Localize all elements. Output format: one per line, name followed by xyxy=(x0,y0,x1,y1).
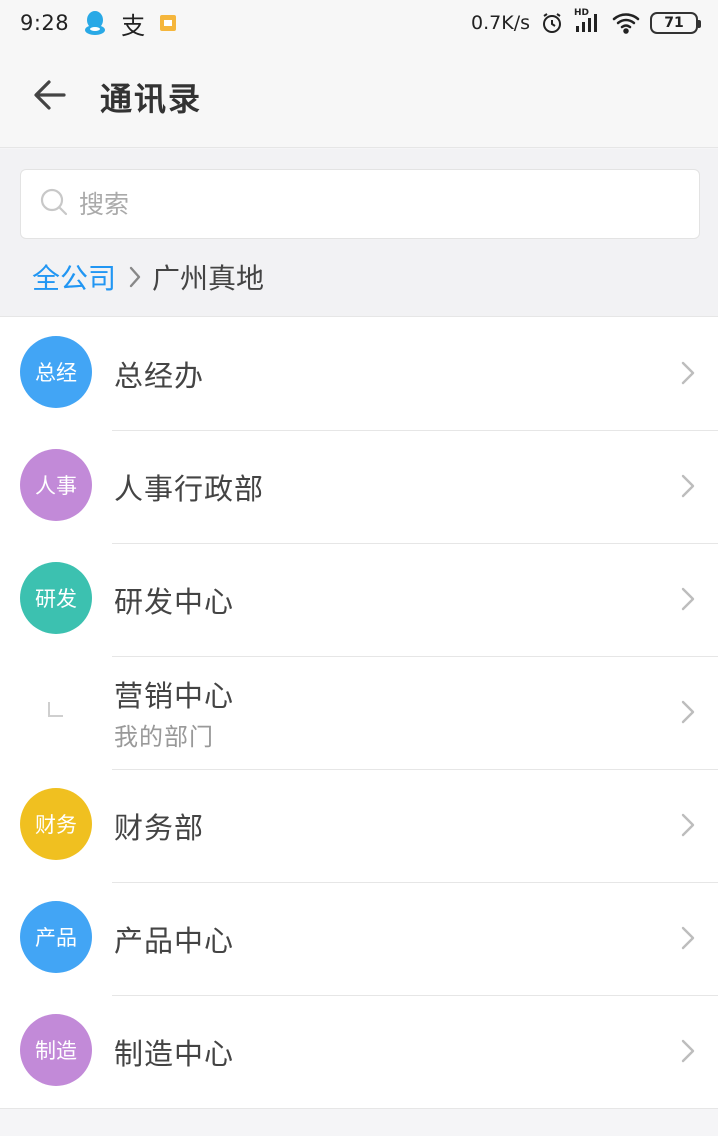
avatar: 总经 xyxy=(20,336,92,408)
page-title: 通讯录 xyxy=(100,79,203,118)
avatar-placeholder xyxy=(20,675,92,747)
search-section: 全公司 广州真地 xyxy=(0,149,718,316)
row-text: 财务部 xyxy=(114,769,204,882)
list-item-dept[interactable]: 产品 产品中心 xyxy=(0,882,718,995)
chevron-right-icon xyxy=(680,699,696,729)
status-time: 9:28 xyxy=(20,11,70,35)
arrow-left-icon xyxy=(32,77,68,117)
notification-icon xyxy=(159,14,177,32)
search-icon xyxy=(39,187,69,221)
header-bar: 通讯录 xyxy=(0,46,718,148)
alipay-icon: 支 xyxy=(121,11,146,40)
avatar: 制造 xyxy=(20,1014,92,1086)
avatar: 人事 xyxy=(20,449,92,521)
department-name: 总经办 xyxy=(114,358,205,393)
net-speed: 0.7K/s xyxy=(471,12,530,34)
chevron-right-icon xyxy=(680,360,696,390)
avatar-text: 人事 xyxy=(35,474,77,498)
chevron-right-icon xyxy=(680,925,696,955)
chevron-right-icon xyxy=(680,1038,696,1068)
image-placeholder-icon xyxy=(45,698,67,725)
avatar: 产品 xyxy=(20,901,92,973)
row-text: 产品中心 xyxy=(114,882,234,995)
signal-icon: HD xyxy=(574,8,602,34)
breadcrumb: 全公司 广州真地 xyxy=(32,255,264,299)
chevron-right-icon xyxy=(680,473,696,503)
avatar-text: 制造 xyxy=(35,1039,77,1063)
list-item-dept[interactable]: 总经 总经办 xyxy=(0,317,718,430)
department-list: 总经 总经办 人事 人事行政部 研发 研发中心 营销中心 我的部门 财务 财务部… xyxy=(0,316,718,1109)
row-text: 制造中心 xyxy=(114,995,234,1108)
breadcrumb-root-link[interactable]: 全公司 xyxy=(32,257,116,297)
alarm-icon xyxy=(540,11,564,35)
chevron-right-icon xyxy=(680,586,696,616)
chevron-right-icon xyxy=(680,812,696,842)
search-box[interactable] xyxy=(20,169,700,239)
status-bar: 9:28 支 0.7K/s HD 71 xyxy=(0,0,718,46)
row-text: 营销中心 我的部门 xyxy=(114,656,234,769)
list-item-dept[interactable]: 营销中心 我的部门 xyxy=(0,656,718,769)
qq-icon xyxy=(83,10,107,36)
department-name: 研发中心 xyxy=(114,584,235,619)
department-name: 营销中心 xyxy=(114,679,235,713)
department-name: 人事行政部 xyxy=(114,471,265,506)
department-name: 财务部 xyxy=(114,810,205,845)
avatar-text: 财务 xyxy=(35,813,77,837)
search-input[interactable] xyxy=(79,189,639,219)
battery-icon: 71 xyxy=(650,12,701,34)
breadcrumb-current: 广州真地 xyxy=(152,262,265,295)
avatar-text: 总经 xyxy=(35,361,77,385)
hd-label: HD xyxy=(574,8,590,18)
chevron-right-icon xyxy=(128,265,142,289)
wifi-icon xyxy=(612,12,640,34)
status-right: 0.7K/s HD 71 xyxy=(471,8,701,35)
list-item-dept[interactable]: 制造 制造中心 xyxy=(0,995,718,1108)
avatar: 财务 xyxy=(20,788,92,860)
row-text: 研发中心 xyxy=(114,543,234,656)
avatar: 研发 xyxy=(20,562,92,634)
department-name: 产品中心 xyxy=(114,923,235,958)
list-item-dept[interactable]: 人事 人事行政部 xyxy=(0,430,718,543)
back-button[interactable] xyxy=(0,46,100,148)
list-item-dept[interactable]: 财务 财务部 xyxy=(0,769,718,882)
avatar-text: 研发 xyxy=(35,587,77,611)
list-item-dept[interactable]: 研发 研发中心 xyxy=(0,543,718,656)
department-name: 制造中心 xyxy=(114,1036,235,1071)
department-subtitle: 我的部门 xyxy=(114,723,214,751)
row-text: 总经办 xyxy=(114,317,204,430)
battery-level: 71 xyxy=(664,15,684,31)
avatar-text: 产品 xyxy=(35,926,77,950)
row-text: 人事行政部 xyxy=(114,430,264,543)
status-left: 9:28 支 xyxy=(20,6,177,41)
